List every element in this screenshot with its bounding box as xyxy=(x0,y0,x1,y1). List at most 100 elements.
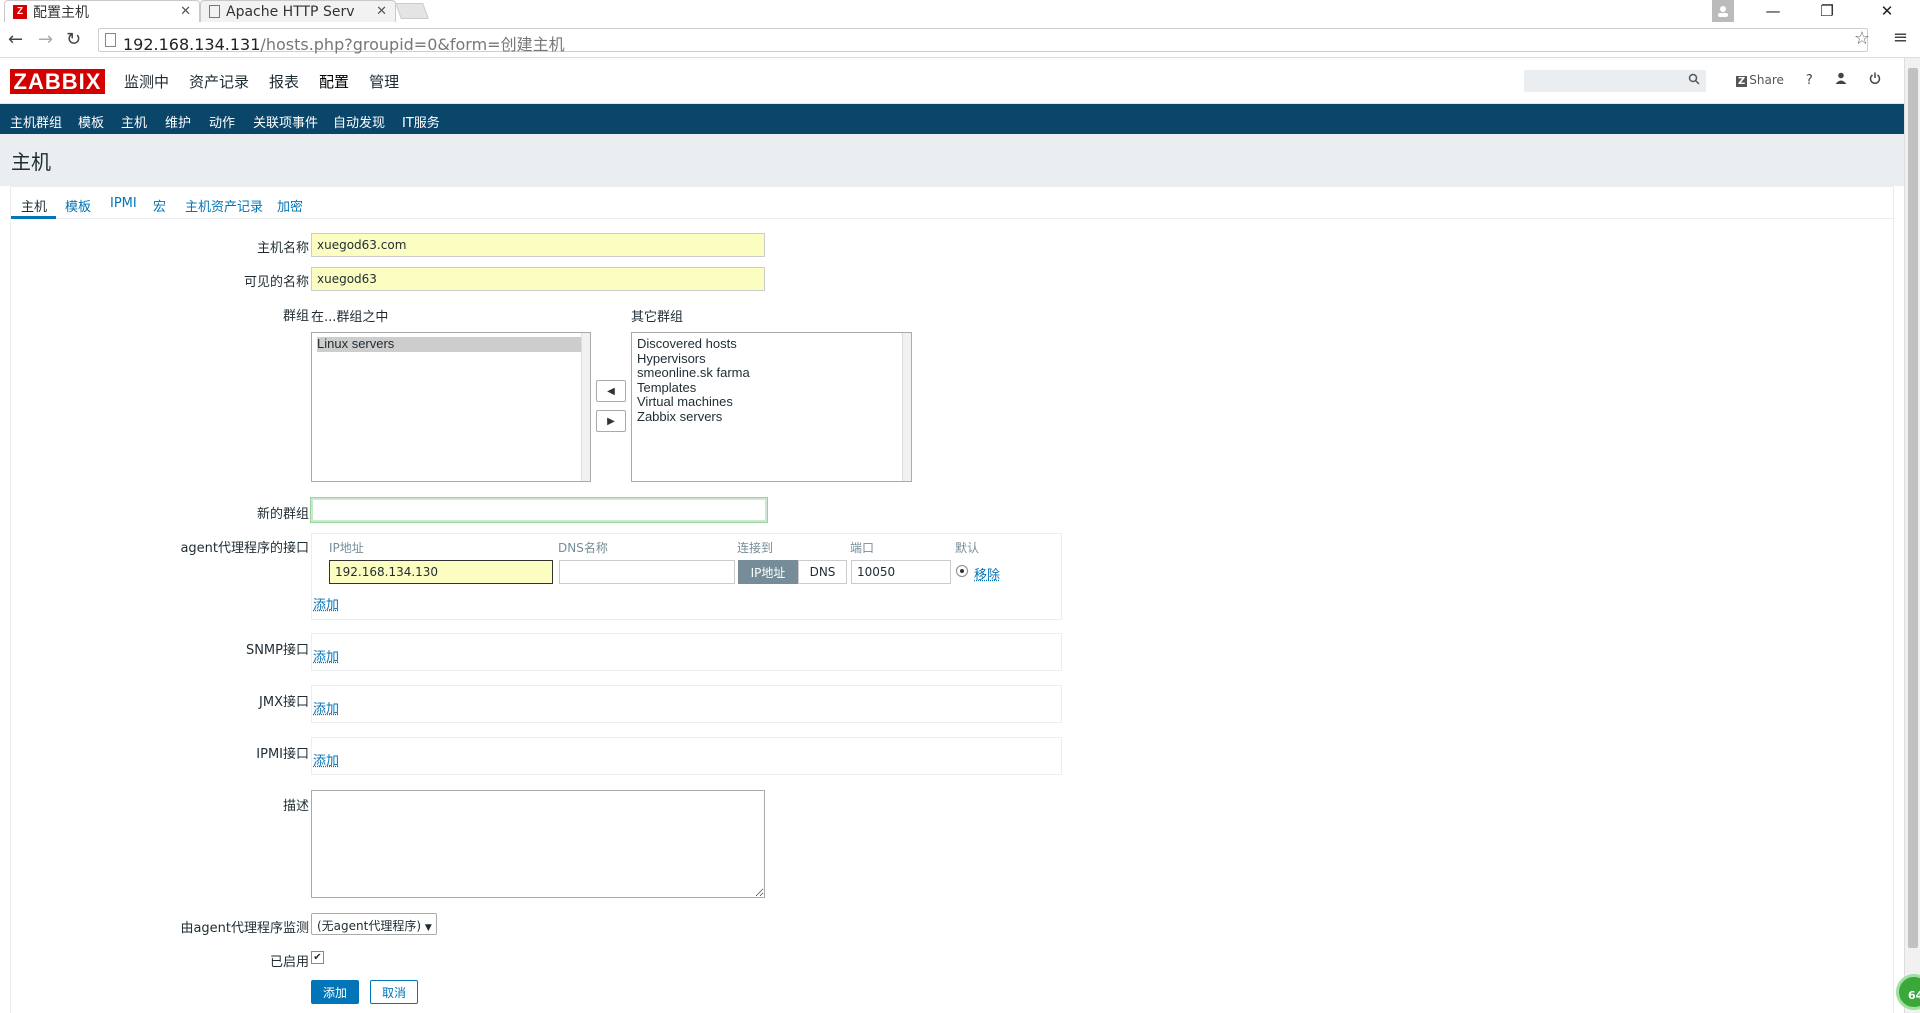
agent-port-input[interactable] xyxy=(851,560,951,584)
move-left-button[interactable]: ◀ xyxy=(596,380,626,402)
scrollbar-thumb[interactable] xyxy=(1908,68,1918,948)
new-tab-button[interactable] xyxy=(395,3,429,19)
tab-host[interactable]: 主机 xyxy=(21,196,47,215)
page-scrollbar[interactable] xyxy=(1904,58,1920,1013)
remove-interface-link[interactable]: 移除 xyxy=(974,564,1000,583)
url-path: /hosts.php?groupid=0&form=创建主机 xyxy=(260,35,564,54)
new-group-input[interactable] xyxy=(311,498,767,522)
add-ipmi-interface-link[interactable]: 添加 xyxy=(313,750,339,769)
move-right-button[interactable]: ▶ xyxy=(596,410,626,432)
browser-tab-title: Apache HTTP Serv xyxy=(226,4,355,20)
reload-icon[interactable]: ↻ xyxy=(66,29,81,50)
browser-menu-icon[interactable]: ≡ xyxy=(1893,27,1908,48)
tab-macros[interactable]: 宏 xyxy=(153,196,166,215)
search-icon[interactable] xyxy=(1688,73,1700,88)
tab-inventory[interactable]: 主机资产记录 xyxy=(185,196,263,215)
close-icon[interactable]: ✕ xyxy=(180,4,191,19)
forward-arrow-icon[interactable]: → xyxy=(38,29,53,50)
add-jmx-interface-link[interactable]: 添加 xyxy=(313,698,339,717)
submenu-hosts[interactable]: 主机 xyxy=(121,112,147,131)
browser-tab[interactable]: Apache HTTP Serv ✕ xyxy=(200,0,396,22)
submenu-host-groups[interactable]: 主机群组 xyxy=(10,112,62,131)
connect-dns-button[interactable]: DNS xyxy=(798,560,847,584)
scrollbar[interactable] xyxy=(902,333,911,481)
browser-tab-active[interactable]: Z 配置主机 ✕ xyxy=(4,0,200,22)
new-group-label: 新的群组 xyxy=(257,503,309,522)
zabbix-logo[interactable]: ZABBIX xyxy=(10,69,105,94)
window-close-icon[interactable]: ✕ xyxy=(1872,0,1902,22)
ipmi-interface-box xyxy=(311,737,1062,775)
top-icons: Z Share ? xyxy=(1736,72,1881,88)
submenu-templates[interactable]: 模板 xyxy=(78,112,104,131)
add-agent-interface-link[interactable]: 添加 xyxy=(313,594,339,613)
submenu-maintenance[interactable]: 维护 xyxy=(165,112,191,131)
submenu-it-services[interactable]: IT服务 xyxy=(402,112,440,131)
help-icon[interactable]: ? xyxy=(1806,73,1813,88)
close-icon[interactable]: ✕ xyxy=(376,4,387,19)
add-snmp-interface-link[interactable]: 添加 xyxy=(313,646,339,665)
proxy-select[interactable]: (无agent代理程序) ▼ xyxy=(311,913,437,935)
agent-interface-label: agent代理程序的接口 xyxy=(180,537,309,556)
menu-administration[interactable]: 管理 xyxy=(369,71,399,92)
user-icon[interactable] xyxy=(1835,72,1847,88)
add-button[interactable]: 添加 xyxy=(311,980,359,1004)
list-item[interactable]: smeonline.sk farma xyxy=(637,366,906,381)
restore-icon[interactable]: ❐ xyxy=(1812,0,1842,22)
submenu-correlation[interactable]: 关联项事件 xyxy=(253,112,318,131)
tab-ipmi[interactable]: IPMI xyxy=(110,196,137,211)
tab-encryption[interactable]: 加密 xyxy=(277,196,303,215)
submenu-discovery[interactable]: 自动发现 xyxy=(333,112,385,131)
network-monitor-badge[interactable]: 64 xyxy=(1896,974,1920,1010)
column-header-ip: IP地址 xyxy=(329,539,364,556)
scrollbar[interactable] xyxy=(581,333,590,481)
user-profile-icon[interactable] xyxy=(1712,0,1734,22)
column-header-dns: DNS名称 xyxy=(558,539,608,556)
submenu-actions[interactable]: 动作 xyxy=(209,112,235,131)
column-header-default: 默认 xyxy=(955,539,979,556)
list-item[interactable]: Virtual machines xyxy=(637,395,906,410)
list-item[interactable]: Hypervisors xyxy=(637,352,906,367)
list-item[interactable]: Zabbix servers xyxy=(637,410,906,425)
other-groups-label: 其它群组 xyxy=(631,306,683,325)
url-input[interactable]: 192.168.134.131/hosts.php?groupid=0&form… xyxy=(98,28,1868,52)
share-button[interactable]: Z Share xyxy=(1736,73,1784,87)
enabled-checkbox[interactable]: ✔ xyxy=(311,951,324,964)
description-label: 描述 xyxy=(283,795,309,814)
search-input[interactable] xyxy=(1524,70,1706,92)
menu-reports[interactable]: 报表 xyxy=(269,71,299,92)
list-item[interactable]: Templates xyxy=(637,381,906,396)
connect-ip-button[interactable]: IP地址 xyxy=(738,560,798,584)
cancel-button[interactable]: 取消 xyxy=(370,980,418,1004)
sub-menu: 主机群组 模板 主机 维护 动作 关联项事件 自动发现 IT服务 xyxy=(0,104,1904,134)
visible-name-input[interactable] xyxy=(311,267,765,291)
minimize-icon[interactable]: — xyxy=(1758,0,1788,22)
jmx-interface-box xyxy=(311,685,1062,723)
default-interface-radio[interactable] xyxy=(956,565,968,577)
chevron-down-icon: ▼ xyxy=(425,923,432,933)
snmp-interface-box xyxy=(311,633,1062,671)
main-menu: 监测中 资产记录 报表 配置 管理 xyxy=(124,71,419,92)
form-tabs: 主机 模板 IPMI 宏 主机资产记录 加密 xyxy=(11,187,1895,219)
menu-configuration[interactable]: 配置 xyxy=(319,71,349,92)
in-groups-listbox[interactable]: Linux servers xyxy=(311,332,591,482)
menu-monitoring[interactable]: 监测中 xyxy=(124,71,169,92)
other-groups-listbox[interactable]: Discovered hosts Hypervisors smeonline.s… xyxy=(631,332,912,482)
back-arrow-icon[interactable]: ← xyxy=(8,29,23,50)
list-item[interactable]: Linux servers xyxy=(317,337,582,352)
in-groups-label: 在...群组之中 xyxy=(311,306,388,325)
jmx-interface-label: JMX接口 xyxy=(259,691,309,710)
proxy-label: 由agent代理程序监测 xyxy=(180,917,309,936)
proxy-select-value: (无agent代理程序) xyxy=(317,919,421,933)
groups-label: 群组 xyxy=(283,305,309,324)
agent-ip-input[interactable] xyxy=(329,560,553,584)
power-icon[interactable] xyxy=(1869,72,1881,88)
host-name-input[interactable] xyxy=(311,233,765,257)
list-item[interactable]: Discovered hosts xyxy=(637,337,906,352)
share-label: Share xyxy=(1749,73,1784,87)
agent-dns-input[interactable] xyxy=(559,560,735,584)
bookmark-star-icon[interactable]: ☆ xyxy=(1854,28,1870,49)
menu-inventory[interactable]: 资产记录 xyxy=(189,71,249,92)
description-textarea[interactable] xyxy=(311,790,765,898)
tab-templates[interactable]: 模板 xyxy=(65,196,91,215)
address-bar-row: ← → ↻ 192.168.134.131/hosts.php?groupid=… xyxy=(0,24,1920,58)
